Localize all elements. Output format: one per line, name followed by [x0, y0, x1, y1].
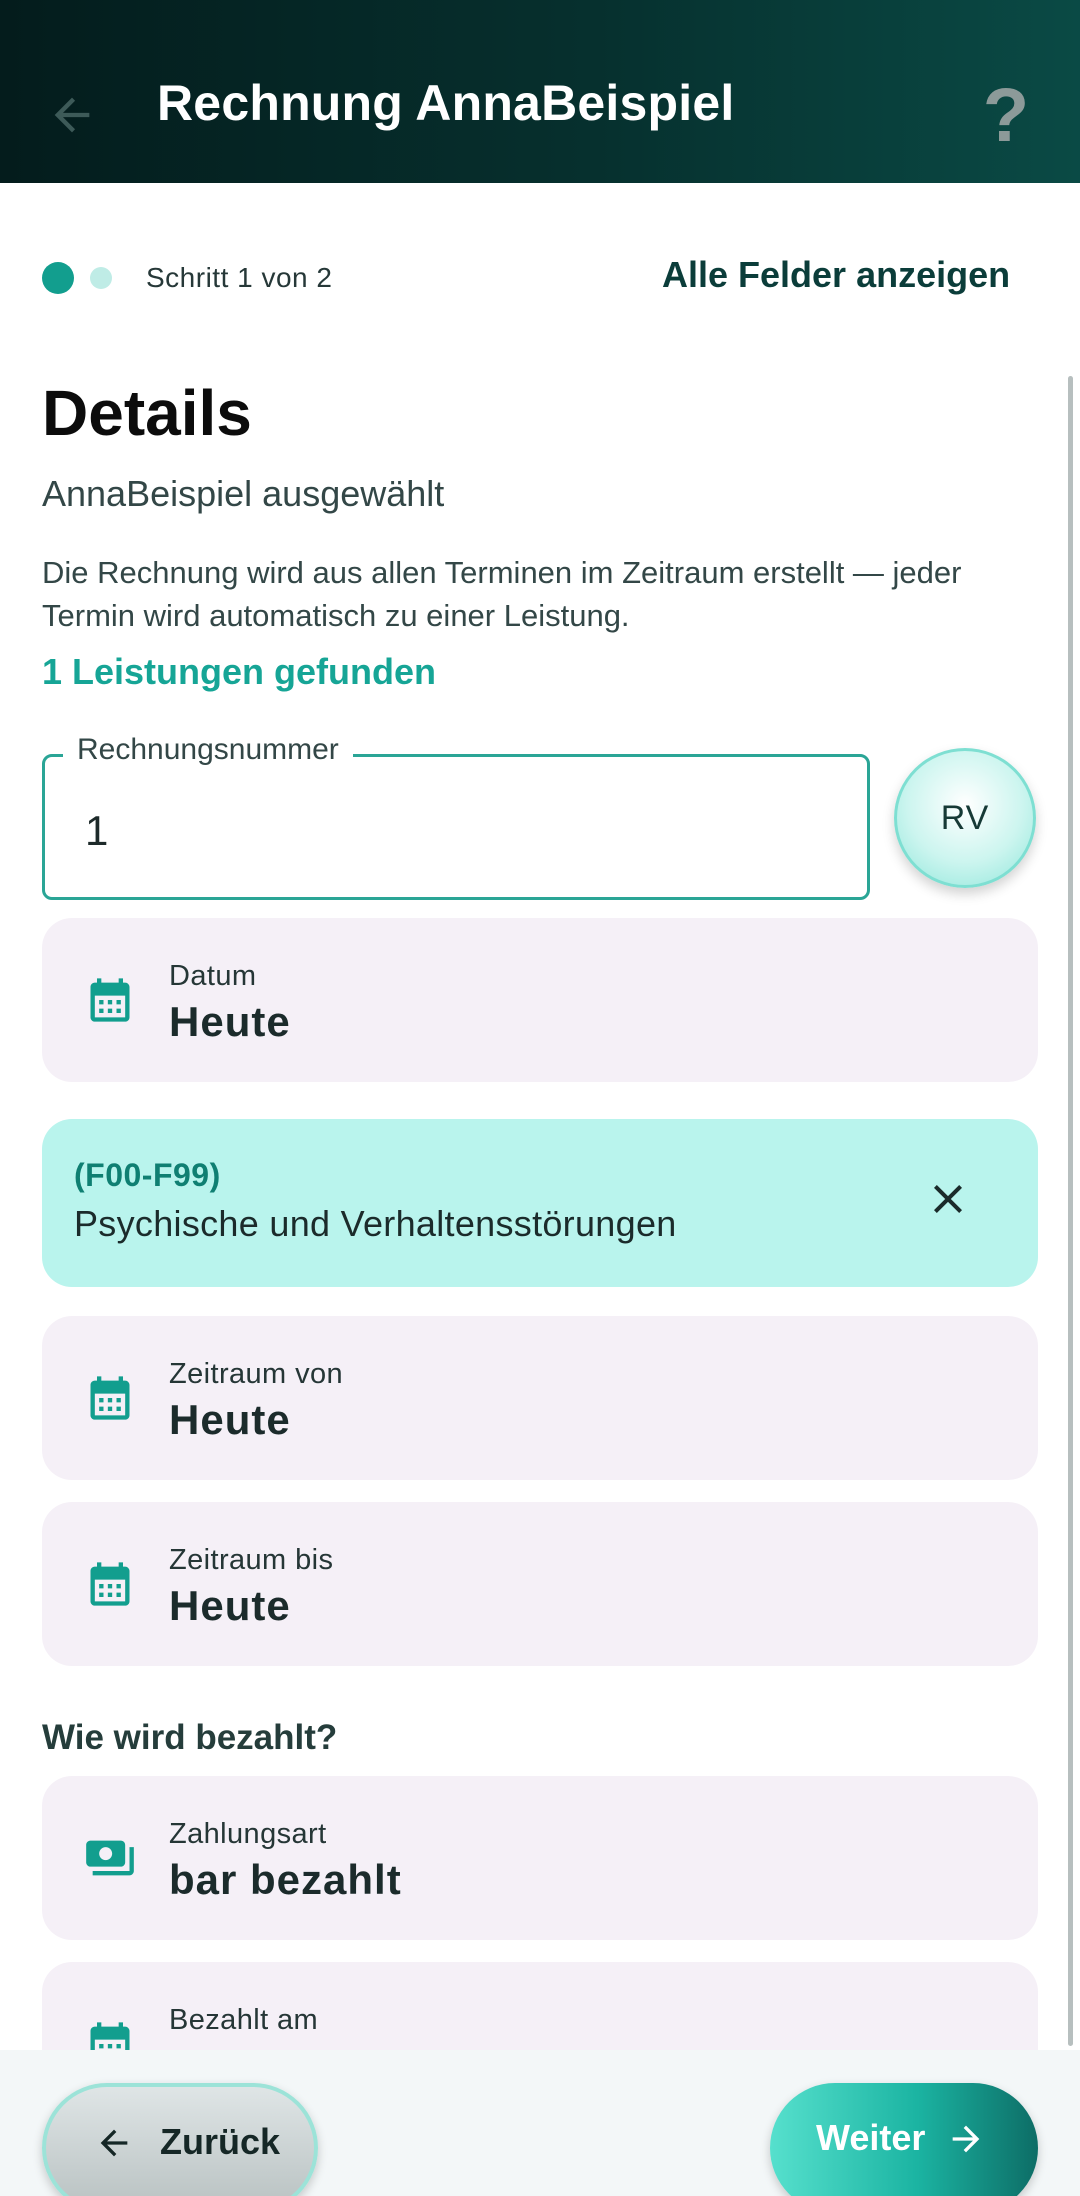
rv-button[interactable]: RV	[894, 748, 1036, 888]
invoice-number-field[interactable]: Rechnungsnummer 1	[42, 733, 870, 900]
date-value: Heute	[169, 998, 291, 1045]
scrollbar[interactable]	[1068, 376, 1073, 2046]
period-to-field[interactable]: Zeitraum bis Heute	[42, 1502, 1038, 1666]
section-heading-details: Details	[42, 377, 252, 449]
date-field[interactable]: Datum Heute	[42, 918, 1038, 1082]
diagnosis-text: Psychische und Verhaltensstörungen	[74, 1203, 677, 1244]
period-to-label: Zeitraum bis	[169, 1544, 334, 1576]
period-from-label: Zeitraum von	[169, 1358, 344, 1390]
back-button[interactable]: Zurück	[42, 2083, 318, 2196]
step-text: Schritt 1 von 2	[146, 262, 333, 293]
diagnosis-code: (F00-F99)	[74, 1157, 221, 1193]
arrow-right-icon	[952, 2125, 980, 2153]
next-button[interactable]: Weiter	[770, 2083, 1038, 2196]
period-from-field[interactable]: Zeitraum von Heute	[42, 1316, 1038, 1480]
step-dot-active	[42, 262, 74, 294]
calendar-icon	[90, 1562, 130, 1606]
next-button-label: Weiter	[816, 2117, 926, 2158]
step-dot-inactive	[90, 267, 112, 289]
step-indicator: Schritt 1 von 2	[42, 262, 332, 294]
invoice-number-value: 1	[85, 807, 109, 854]
payment-heading: Wie wird bezahlt?	[42, 1718, 338, 1757]
calendar-icon	[90, 1376, 130, 1420]
period-to-value: Heute	[169, 1582, 291, 1629]
period-from-value: Heute	[169, 1396, 291, 1443]
date-label: Datum	[169, 960, 257, 992]
arrow-left-icon	[100, 2129, 128, 2157]
payment-method-label: Zahlungsart	[169, 1818, 327, 1850]
selected-client-text: AnnaBeispiel ausgewählt	[42, 473, 445, 514]
help-icon[interactable]: ?	[978, 78, 1034, 154]
calendar-icon	[90, 978, 130, 1022]
cash-icon	[86, 1840, 134, 1876]
invoice-number-label: Rechnungsnummer	[63, 733, 353, 767]
description-text: Die Rechnung wird aus allen Terminen im …	[42, 555, 962, 633]
show-all-fields-button[interactable]: Alle Felder anzeigen	[662, 254, 1010, 296]
back-button-label: Zurück	[160, 2121, 281, 2162]
paid-on-label: Bezahlt am	[169, 2004, 319, 2036]
diagnosis-card[interactable]: (F00-F99) Psychische und Verhaltensstöru…	[42, 1119, 1038, 1287]
payment-method-value: bar bezahlt	[169, 1856, 402, 1903]
back-arrow-icon[interactable]	[42, 85, 102, 145]
close-icon[interactable]	[918, 1169, 978, 1229]
page-title: Rechnung AnnaBeispiel	[157, 75, 735, 131]
app-bar: Rechnung AnnaBeispiel ?	[0, 0, 1080, 183]
services-found-text: 1 Leistungen gefunden	[42, 651, 437, 692]
payment-method-field[interactable]: Zahlungsart bar bezahlt	[42, 1776, 1038, 1940]
